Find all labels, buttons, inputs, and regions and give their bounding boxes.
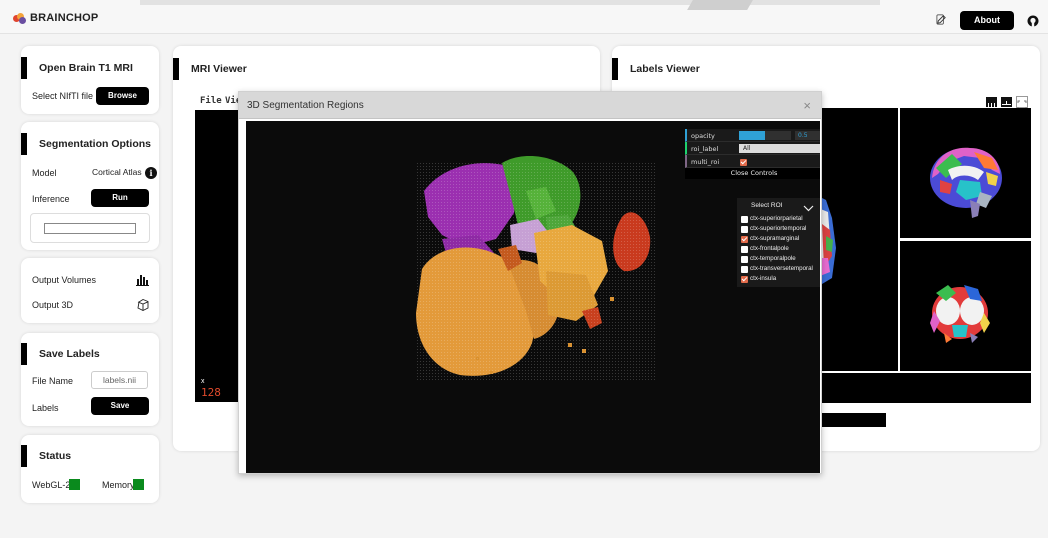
save-labels-title: Save Labels	[21, 343, 100, 365]
gui-multi-roi-label: multi_roi	[691, 158, 720, 166]
roi-item-label: ctx-superiortemporal	[750, 225, 807, 232]
layout-grid-icon[interactable]	[1001, 97, 1012, 108]
labels-label: Labels	[32, 403, 59, 413]
opacity-value[interactable]: 0.5	[795, 131, 820, 140]
labels-main-view[interactable]	[818, 108, 898, 371]
memory-label: Memory	[102, 480, 135, 490]
multi-roi-checkbox[interactable]	[740, 159, 747, 166]
opacity-slider[interactable]	[739, 131, 791, 140]
fullscreen-icon[interactable]	[1016, 96, 1028, 110]
bar-chart-icon[interactable]	[135, 273, 149, 286]
roi-item[interactable]: ctx-insula	[737, 274, 820, 284]
progress-bar	[44, 223, 136, 234]
gui-opacity-row: opacity 0.5	[685, 129, 820, 142]
edit-icon[interactable]	[936, 14, 948, 26]
roi-checkbox[interactable]	[741, 226, 748, 233]
brand[interactable]: BRAINCHOP	[13, 12, 98, 24]
top-shade-accent	[687, 0, 753, 10]
roi-item-label: ctx-insula	[750, 275, 777, 282]
close-controls-button[interactable]: Close Controls	[685, 168, 820, 179]
file-name-label: File Name	[32, 376, 74, 386]
roi-dropdown: Select ROI ctx-superiorparietal ctx-super…	[737, 198, 820, 287]
output-volumes-label: Output Volumes	[32, 275, 97, 285]
roi-item-label: ctx-temporalpole	[750, 255, 796, 262]
cube-icon[interactable]	[136, 298, 150, 312]
save-button[interactable]: Save	[91, 397, 149, 415]
browse-button[interactable]: Browse	[96, 87, 149, 105]
labels-status-strip	[818, 413, 886, 427]
gui-controls: opacity 0.5 roi_label All multi_roi Clos…	[685, 129, 820, 179]
run-button[interactable]: Run	[91, 189, 149, 207]
chevron-down-icon	[803, 203, 814, 219]
output-card: Output Volumes Output 3D	[21, 258, 159, 323]
labels-sagittal-view[interactable]	[900, 108, 1031, 238]
segmentation-card: Segmentation Options Model Cortical Atla…	[21, 122, 159, 250]
top-bar: BRAINCHOP About	[0, 0, 1048, 34]
modal-title: 3D Segmentation Regions	[247, 100, 364, 111]
gui-multi-roi-row: multi_roi	[685, 155, 820, 168]
opacity-slider-fill	[739, 131, 765, 140]
gui-roi-label-label: roi_label	[691, 145, 719, 153]
info-icon[interactable]: i	[145, 167, 157, 179]
roi-item-label: ctx-superiorparietal	[750, 215, 803, 222]
model-label: Model	[32, 168, 57, 178]
status-title: Status	[21, 445, 71, 467]
top-shade	[140, 0, 880, 5]
segmentation-3d-modal: 3D Segmentation Regions × opacity 0.5 ro…	[238, 91, 822, 474]
mri-viewer-title: MRI Viewer	[173, 58, 247, 80]
webgl-status-indicator	[69, 479, 80, 490]
roi-item[interactable]: ctx-frontalpole	[737, 244, 820, 254]
roi-item[interactable]: ctx-temporalpole	[737, 254, 820, 264]
status-card: Status WebGL-2 Memory	[21, 435, 159, 503]
roi-item[interactable]: ctx-superiortemporal	[737, 224, 820, 234]
roi-checkbox[interactable]	[741, 236, 748, 243]
modal-header[interactable]: 3D Segmentation Regions ×	[239, 92, 821, 119]
output-3d-label: Output 3D	[32, 300, 74, 310]
segmentation-title: Segmentation Options	[21, 133, 151, 155]
model-select-value: Cortical Atlas	[92, 167, 142, 177]
open-mri-title: Open Brain T1 MRI	[21, 57, 133, 79]
coord-axis-label: x	[201, 378, 205, 385]
roi-list: ctx-superiorparietal ctx-superiortemporal…	[737, 214, 820, 284]
open-mri-card: Open Brain T1 MRI Select NIfTI file Brow…	[21, 46, 159, 114]
roi-checkbox[interactable]	[741, 266, 748, 273]
roi-checkbox[interactable]	[741, 216, 748, 223]
roi-label-select[interactable]: All	[739, 144, 820, 153]
roi-item-label: ctx-supramarginal	[750, 235, 800, 242]
select-nifti-label: Select NIfTI file	[32, 91, 94, 101]
labels-coronal-view[interactable]	[900, 241, 1031, 371]
render-3d-canvas[interactable]: opacity 0.5 roi_label All multi_roi Clos…	[246, 121, 820, 473]
about-button[interactable]: About	[960, 11, 1014, 30]
gui-roi-label-row: roi_label All	[685, 142, 820, 155]
progress-box	[30, 213, 150, 243]
roi-header-label: Select ROI	[751, 202, 783, 209]
save-labels-card: Save Labels File Name Labels Save	[21, 333, 159, 426]
model-select[interactable]: Cortical Atlas ⌄	[92, 165, 142, 180]
github-icon[interactable]	[1027, 14, 1039, 27]
roi-dropdown-header[interactable]: Select ROI	[737, 198, 820, 214]
roi-item[interactable]: ctx-supramarginal	[737, 234, 820, 244]
brain-logo-icon	[13, 12, 26, 24]
roi-checkbox[interactable]	[741, 246, 748, 253]
close-icon[interactable]: ×	[803, 98, 811, 113]
brand-name: BRAINCHOP	[30, 12, 99, 24]
gui-opacity-label: opacity	[691, 132, 715, 140]
roi-item-label: ctx-frontalpole	[750, 245, 789, 252]
memory-status-indicator	[133, 479, 144, 490]
inference-label: Inference	[32, 194, 70, 204]
labels-viewer-title: Labels Viewer	[612, 58, 700, 80]
coord-value: 128	[201, 386, 221, 399]
layout-columns-icon[interactable]	[986, 97, 997, 111]
roi-item[interactable]: ctx-transversetemporal	[737, 264, 820, 274]
mri-canvas[interactable]	[195, 110, 239, 402]
roi-item-label: ctx-transversetemporal	[750, 265, 813, 272]
menu-file[interactable]: File	[200, 96, 222, 106]
roi-checkbox[interactable]	[741, 256, 748, 263]
labels-info-bar	[818, 373, 1031, 403]
webgl-label: WebGL-2	[32, 480, 71, 490]
roi-checkbox[interactable]	[741, 276, 748, 283]
file-name-input[interactable]	[91, 371, 148, 389]
